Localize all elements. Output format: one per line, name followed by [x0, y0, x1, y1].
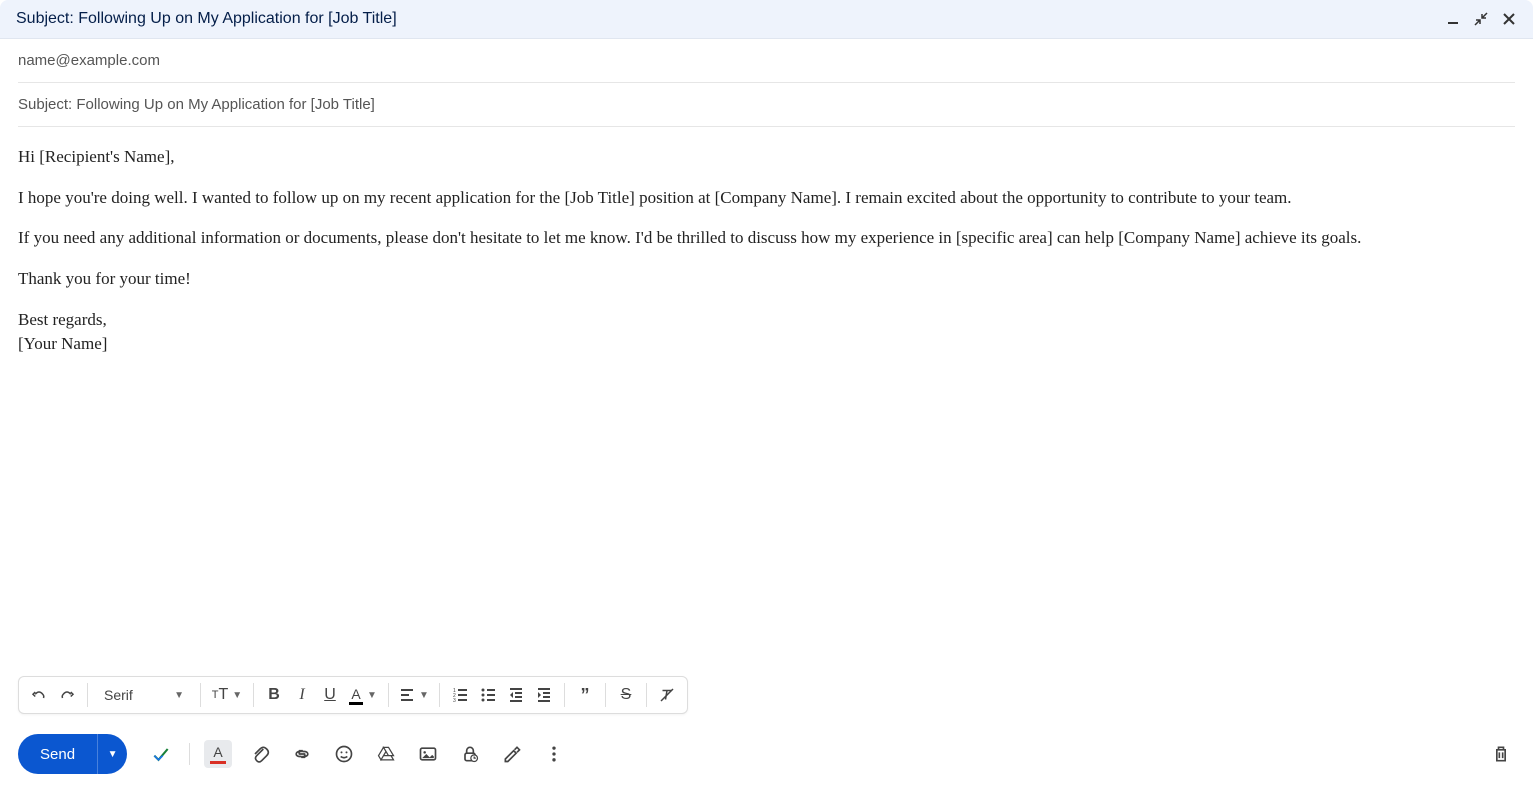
- body-paragraph[interactable]: If you need any additional information o…: [18, 226, 1515, 251]
- toolbar-separator: [564, 683, 565, 707]
- header-fields: name@example.com Subject: Following Up o…: [0, 39, 1533, 127]
- body-paragraph[interactable]: Hi [Recipient's Name],: [18, 145, 1515, 170]
- compose-window: Subject: Following Up on My Application …: [0, 0, 1533, 792]
- toolbar-separator: [646, 683, 647, 707]
- bulleted-list-button[interactable]: [474, 681, 502, 709]
- compose-title-bar: Subject: Following Up on My Application …: [0, 0, 1533, 39]
- remove-formatting-button[interactable]: [653, 681, 681, 709]
- compose-title: Subject: Following Up on My Application …: [16, 10, 397, 28]
- bold-button[interactable]: B: [260, 681, 288, 709]
- toolbar-separator: [388, 683, 389, 707]
- to-field[interactable]: name@example.com: [18, 39, 1515, 83]
- dropdown-caret-icon: ▼: [108, 749, 118, 760]
- quote-button[interactable]: ”: [571, 681, 599, 709]
- indent-less-button[interactable]: [502, 681, 530, 709]
- formatting-toolbar: Serif ▼ TT ▼ B I U A ▼ ▼ 123: [18, 676, 688, 714]
- svg-text:3: 3: [453, 698, 456, 703]
- compose-action-icons: A: [147, 740, 568, 768]
- dropdown-caret-icon: ▼: [232, 690, 242, 701]
- dropdown-caret-icon: ▼: [367, 690, 377, 701]
- insert-emoji-icon[interactable]: [330, 740, 358, 768]
- toolbar-separator: [605, 683, 606, 707]
- strikethrough-button[interactable]: S: [612, 681, 640, 709]
- toolbar-separator: [200, 683, 201, 707]
- font-select[interactable]: Serif ▼: [94, 687, 194, 703]
- insert-drive-icon[interactable]: [372, 740, 400, 768]
- body-paragraph[interactable]: [Your Name]: [18, 332, 1515, 357]
- undo-button[interactable]: [25, 681, 53, 709]
- align-button[interactable]: ▼: [395, 681, 433, 709]
- more-options-icon[interactable]: [540, 740, 568, 768]
- toolbar-separator: [439, 683, 440, 707]
- font-size-button[interactable]: TT ▼: [207, 681, 247, 709]
- text-color-button[interactable]: A ▼: [344, 681, 382, 709]
- attach-file-icon[interactable]: [246, 740, 274, 768]
- font-select-label: Serif: [104, 687, 133, 703]
- formatting-options-icon[interactable]: A: [204, 740, 232, 768]
- close-button[interactable]: [1501, 11, 1517, 27]
- indent-more-button[interactable]: [530, 681, 558, 709]
- send-button[interactable]: Send: [18, 734, 97, 774]
- confidential-mode-icon[interactable]: [456, 740, 484, 768]
- insert-photo-icon[interactable]: [414, 740, 442, 768]
- spellcheck-icon[interactable]: [147, 740, 175, 768]
- body-paragraph[interactable]: Thank you for your time!: [18, 267, 1515, 292]
- toolbar-separator: [253, 683, 254, 707]
- insert-signature-icon[interactable]: [498, 740, 526, 768]
- minimize-button[interactable]: [1445, 11, 1461, 27]
- email-body[interactable]: Hi [Recipient's Name], I hope you're doi…: [0, 127, 1533, 676]
- exit-fullscreen-button[interactable]: [1473, 11, 1489, 27]
- separator: [189, 743, 190, 765]
- send-more-button[interactable]: ▼: [97, 734, 127, 774]
- body-paragraph[interactable]: Best regards,: [18, 308, 1515, 333]
- dropdown-caret-icon: ▼: [174, 690, 184, 701]
- window-controls: [1445, 11, 1517, 27]
- italic-button[interactable]: I: [288, 681, 316, 709]
- send-button-group: Send ▼: [18, 734, 127, 774]
- redo-button[interactable]: [53, 681, 81, 709]
- insert-link-icon[interactable]: [288, 740, 316, 768]
- numbered-list-button[interactable]: 123: [446, 681, 474, 709]
- underline-button[interactable]: U: [316, 681, 344, 709]
- subject-field[interactable]: Subject: Following Up on My Application …: [18, 83, 1515, 127]
- toolbar-separator: [87, 683, 88, 707]
- body-paragraph[interactable]: I hope you're doing well. I wanted to fo…: [18, 186, 1515, 211]
- discard-draft-button[interactable]: [1487, 740, 1515, 768]
- bottom-action-bar: Send ▼ A: [0, 722, 1533, 792]
- dropdown-caret-icon: ▼: [419, 690, 429, 701]
- bottom-left-actions: Send ▼ A: [18, 734, 568, 774]
